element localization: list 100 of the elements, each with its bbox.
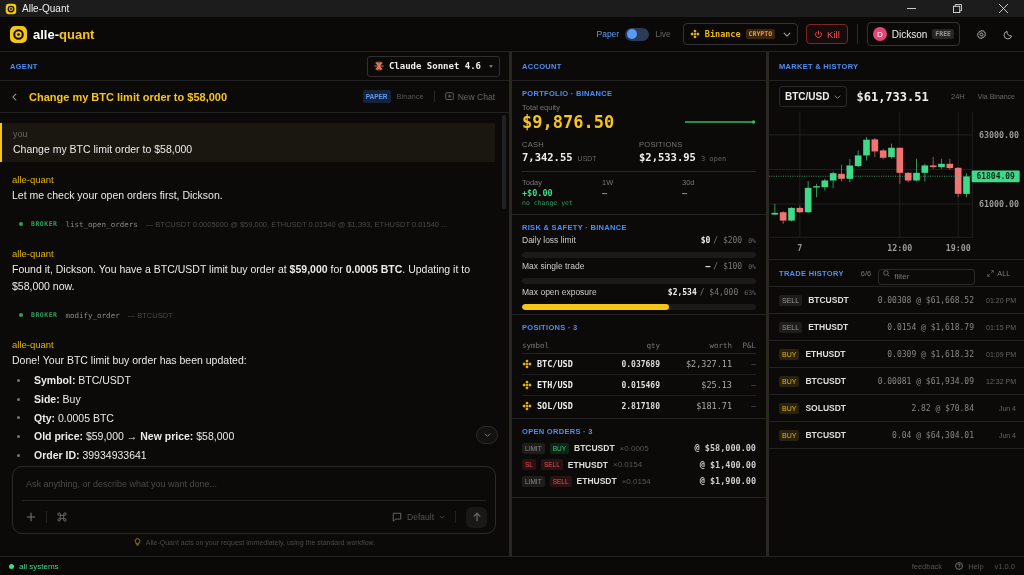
close-icon[interactable] — [999, 4, 1008, 13]
avatar: D — [872, 27, 887, 41]
trade-detail: 0.00308 @ $61,668.52 — [877, 295, 974, 305]
limit-label: Daily loss limit — [522, 235, 576, 245]
limit-max: / $100 — [713, 262, 743, 271]
diamond-icon — [522, 359, 532, 369]
qty-cell-text: 2.817180 — [620, 401, 660, 411]
moon-icon[interactable] — [1003, 28, 1014, 40]
bullet-icon — [17, 397, 20, 401]
chat-title: Change my BTC limit order to $58,000 — [29, 90, 228, 103]
list-item: Order ID: 39934933641 — [34, 449, 147, 462]
model-picker[interactable]: Claude Sonnet 4.6 — [366, 55, 500, 77]
arrow-up-icon — [471, 512, 482, 522]
qty-cell-text: 0.015469 — [620, 380, 660, 390]
expand-icon — [987, 269, 995, 277]
back-icon[interactable] — [12, 92, 17, 101]
limit-used: — — [705, 262, 711, 271]
list-item: Side: Buy — [34, 393, 81, 406]
trade-detail: 0.0154 @ $1,618.79 — [887, 322, 974, 332]
qty-cell-text: 0.037689 — [620, 359, 660, 369]
bullet-icon — [17, 416, 20, 420]
list-item: Symbol: BTC/USDT — [34, 374, 131, 387]
lightbulb-icon — [133, 538, 141, 546]
order-qty: ×0.0005 — [619, 443, 649, 453]
settings-icon[interactable] — [976, 28, 987, 40]
new-chat-icon — [444, 92, 454, 101]
x-axis-label: 12:00 — [887, 242, 913, 253]
order-symbol: ETHUSDT — [567, 459, 608, 470]
mode-toggle[interactable] — [625, 27, 650, 41]
help-icon[interactable] — [955, 562, 964, 570]
symbol-cell: SOL/USD — [537, 401, 573, 411]
limit-max: / $200 — [713, 236, 743, 245]
cash-value: 7,342.55 — [522, 151, 573, 163]
new-chat-button[interactable]: New Chat — [444, 91, 495, 102]
status-dot-icon — [9, 563, 14, 569]
y-axis-label: 63000.00 — [979, 129, 1020, 140]
exchange-name: Binance — [704, 29, 741, 39]
trade-detail: 2.82 @ $70.84 — [911, 403, 974, 413]
order-qty: ×0.0154 — [621, 476, 651, 486]
message-text: Found it, Dickson. You have a BTC/USDT limit buy order at $59,000 for 0.0005 BTC. Updating it to $58,000 now. — [12, 262, 471, 294]
market-price: $61,733.51 — [856, 89, 929, 104]
window-title: Alle-Quant — [22, 3, 70, 14]
caret-icon — [439, 515, 445, 519]
message-author: alle-quant — [12, 247, 55, 261]
chevron-down-icon — [834, 94, 842, 99]
maximize-icon[interactable] — [953, 4, 962, 13]
x-axis-label: 7 — [797, 242, 803, 253]
worth-cell-text: $2,327.11 — [684, 359, 732, 369]
system-status: all systems — [19, 561, 59, 571]
trade-symbol: BTCUSDT — [808, 295, 849, 305]
diamond-icon — [522, 401, 532, 411]
chat-bubble-icon — [392, 512, 403, 522]
sunburst-icon — [373, 61, 384, 71]
message-author: you — [13, 128, 29, 141]
bullet-icon — [17, 453, 20, 457]
message-author: alle-quant — [12, 173, 55, 187]
order-symbol: BTCUSDT — [574, 443, 615, 454]
limit-used: $0 — [700, 236, 711, 245]
limit-label: Max single trade — [522, 261, 585, 271]
model-name: Claude Sonnet 4.6 — [388, 61, 481, 71]
pair-dropdown[interactable]: BTC/USD — [779, 86, 848, 107]
order-symbol: ETHUSDT — [576, 476, 617, 487]
order-qty: ×0.0154 — [613, 460, 643, 470]
live-label: Live — [655, 29, 671, 39]
message-text: Done! Your BTC limit buy order has been updated: — [12, 353, 248, 368]
bullet-icon — [17, 434, 20, 438]
list-item: Old price: $59,000 → New price: $58,000 — [34, 430, 235, 443]
filter-field[interactable]: filter — [878, 268, 976, 285]
message-text: Let me check your open orders first, Dickson. — [12, 188, 224, 203]
message-text: Change my BTC limit order to $58,000 — [13, 142, 194, 157]
paper-label: Paper — [596, 29, 620, 39]
power-icon — [814, 29, 824, 39]
chevron-down-icon — [483, 433, 491, 437]
positions-value: $2,533.95 — [639, 151, 696, 163]
period-value: — — [602, 188, 609, 198]
search-icon — [883, 269, 891, 277]
plus-icon[interactable] — [26, 512, 36, 522]
symbol-cell: BTC/USD — [537, 359, 573, 369]
trade-detail: 0.00081 @ $61,934.09 — [877, 376, 974, 386]
trade-detail: 0.0309 @ $1,618.32 — [887, 349, 974, 359]
limit-label: Max open exposure — [522, 287, 597, 297]
diamond-icon — [689, 29, 700, 39]
caret-icon — [489, 64, 493, 68]
order-price: @ $58,000.00 — [694, 443, 756, 454]
chevron-down-icon — [783, 31, 792, 37]
order-price: @ $1,900.00 — [699, 476, 756, 487]
list-item: Qty: 0.0005 BTC — [34, 411, 114, 424]
command-icon[interactable] — [57, 512, 67, 522]
mode-selector[interactable]: Default — [392, 512, 445, 522]
brand-name: alle-quant — [33, 26, 95, 42]
diamond-icon — [522, 380, 532, 390]
user-name: Dickson — [891, 28, 928, 40]
period-value: +$0.00 — [522, 188, 554, 198]
equity-value: $9,876.50 — [522, 112, 615, 132]
order-price: @ $1,400.00 — [699, 459, 756, 470]
symbol-cell: ETH/USD — [537, 380, 573, 390]
trade-detail: 0.04 @ $64,304.01 — [892, 430, 974, 440]
kill-button[interactable]: Kill — [806, 24, 848, 44]
y-axis-label: 61000.00 — [979, 198, 1020, 209]
pnl-cell-text: — — [750, 359, 756, 369]
